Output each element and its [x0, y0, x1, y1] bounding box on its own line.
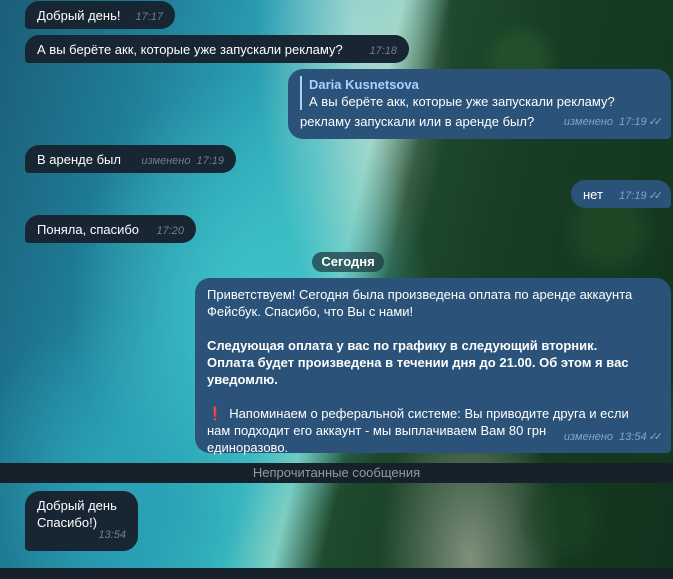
message-time: 17:18: [369, 45, 397, 57]
message-text: Добрый день!: [37, 8, 121, 23]
message-bold-line: уведомлю.: [207, 372, 278, 387]
message-outgoing[interactable]: нет 17:19 ✓✓: [571, 180, 671, 208]
message-time: 17:19: [196, 155, 224, 167]
message-incoming[interactable]: Добрый день! 17:17: [25, 1, 175, 29]
exclamation-icon: ❗: [207, 406, 224, 421]
message-reminder: ❗ Напоминаем о реферальной системе: Вы пр…: [207, 405, 659, 422]
message-paragraph: Приветствуем! Сегодня была произведена о…: [207, 287, 633, 302]
message-text: В аренде был: [37, 152, 121, 167]
message-text: нет: [583, 187, 603, 202]
message-meta: изменено 13:54 ✓✓: [563, 429, 664, 446]
message-outgoing-long[interactable]: Приветствуем! Сегодня была произведена о…: [195, 278, 671, 455]
composer-edge: [0, 568, 673, 579]
message-time: 17:20: [156, 225, 184, 237]
message-incoming[interactable]: Поняла, спасибо 17:20: [25, 215, 196, 243]
read-ticks-icon: ✓✓: [648, 190, 664, 202]
message-time: 17:17: [135, 11, 163, 23]
read-ticks-icon: ✓✓: [648, 431, 664, 443]
edited-label: изменено: [141, 155, 191, 167]
message-time: 17:19: [619, 116, 647, 128]
message-meta: 17:19 ✓✓: [619, 188, 664, 205]
message-meta: изменено 17:19: [141, 153, 224, 170]
message-text-line: Добрый день: [37, 498, 117, 513]
message-time: 13:54: [98, 529, 126, 541]
unread-messages-separator: Непрочитанные сообщения: [0, 463, 673, 483]
message-text: Поняла, спасибо: [37, 222, 140, 237]
message-text: рекламу запускали или в аренде был?: [300, 114, 535, 129]
edited-label: изменено: [563, 116, 614, 128]
message-incoming[interactable]: А вы берёте акк, которые уже запускали р…: [25, 35, 409, 63]
message-text: А вы берёте акк, которые уже запускали р…: [37, 42, 343, 57]
edited-label: изменено: [563, 431, 614, 443]
reply-author: Daria Kusnetsova: [309, 77, 419, 92]
message-time: 13:54: [619, 431, 647, 443]
message-outgoing-reply[interactable]: Daria Kusnetsova А вы берёте акк, которы…: [288, 69, 671, 139]
message-bold-line: Следующая оплата у вас по графику в след…: [207, 338, 598, 353]
read-ticks-icon: ✓✓: [648, 116, 664, 128]
reminder-text: Напоминаем о реферальной системе: Вы при…: [229, 406, 629, 421]
date-separator: Сегодня: [312, 252, 384, 272]
reply-text: А вы берёте акк, которые уже запускали р…: [309, 94, 615, 109]
message-incoming[interactable]: В аренде был изменено 17:19: [25, 145, 236, 173]
message-bold-line: Оплата будет произведена в течении дня д…: [207, 355, 629, 370]
reply-quote[interactable]: Daria Kusnetsova А вы берёте акк, которы…: [300, 76, 659, 110]
message-meta: изменено 17:19 ✓✓: [563, 114, 664, 131]
message-paragraph: Фейсбук. Спасибо, что Вы с нами!: [207, 304, 414, 319]
message-time: 17:19: [619, 190, 647, 202]
message-incoming[interactable]: Добрый день Спасибо!) 13:54: [25, 491, 138, 551]
